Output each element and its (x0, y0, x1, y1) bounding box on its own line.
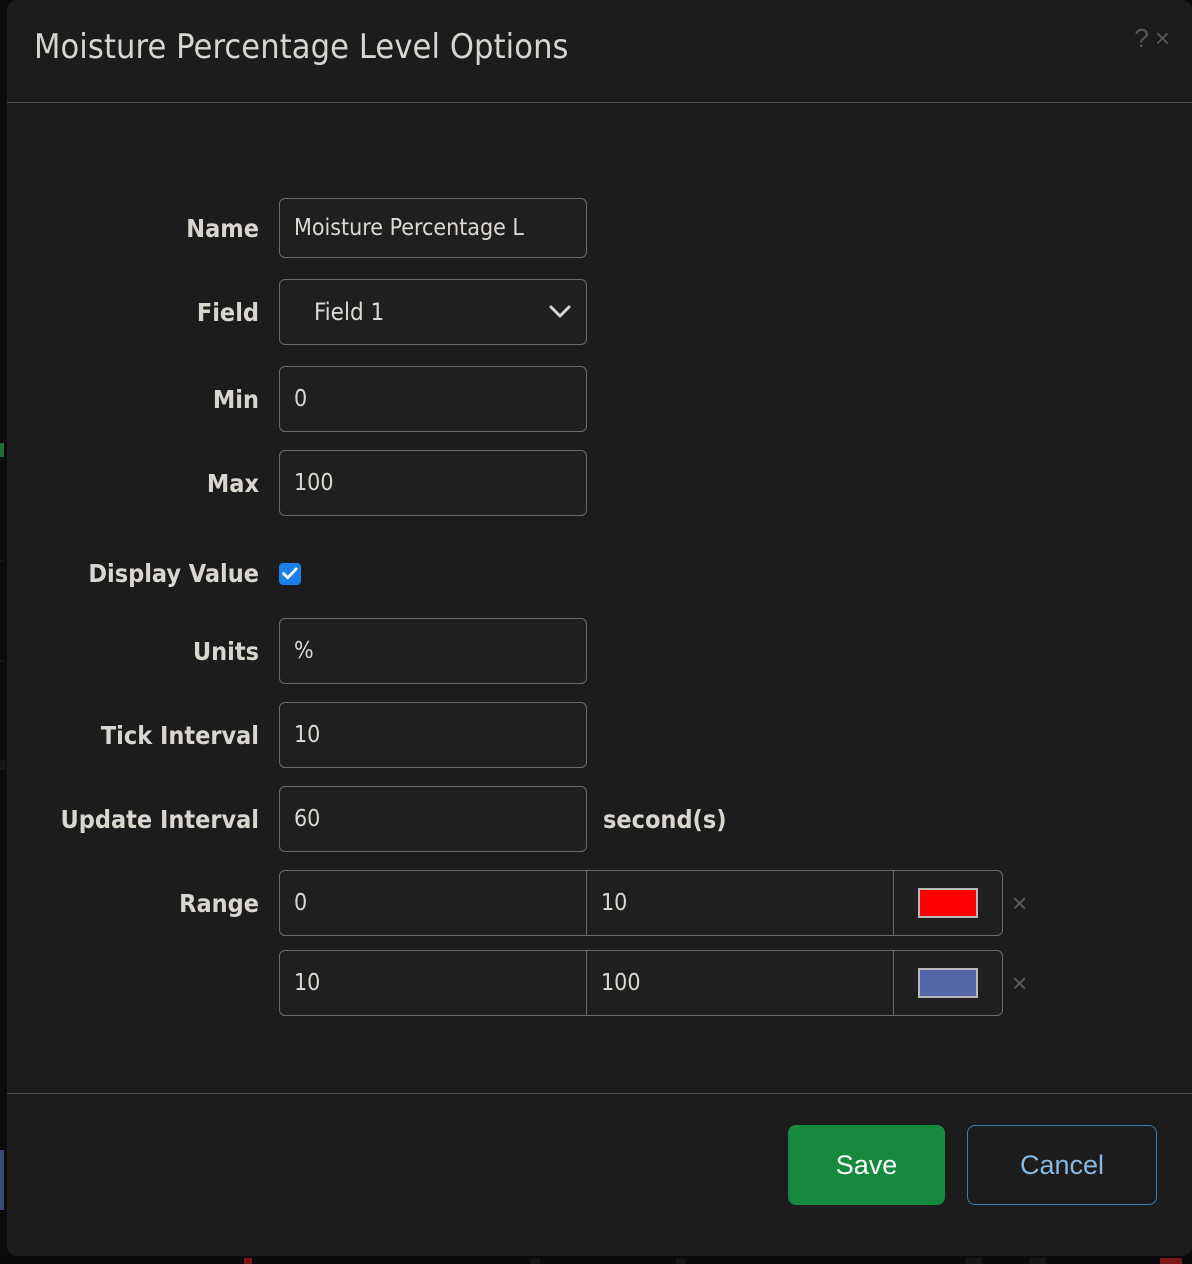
name-label: Name (186, 213, 259, 243)
range-from-input[interactable] (279, 870, 587, 936)
range-to-input[interactable] (586, 950, 894, 1016)
dialog-header: Moisture Percentage Level Options ? × (7, 0, 1192, 103)
display-value-label: Display Value (88, 559, 259, 588)
field-select[interactable]: Field 1 (279, 279, 587, 345)
range-to-input[interactable] (586, 870, 894, 936)
backdrop-accent (1030, 1258, 1046, 1264)
min-input[interactable] (279, 366, 587, 432)
save-button[interactable]: Save (788, 1125, 945, 1205)
backdrop-accent (530, 1259, 540, 1264)
field-select-wrap: Field 1 (279, 279, 587, 345)
backdrop-accent (0, 560, 5, 562)
dialog-header-actions: ? × (1134, 25, 1170, 51)
name-input[interactable] (279, 198, 587, 258)
row-field: Field Field 1 (7, 279, 587, 345)
backdrop-accent (0, 760, 6, 770)
dialog-footer-actions: Save Cancel (788, 1125, 1157, 1205)
backdrop-accent (0, 660, 5, 662)
row-display-value: Display Value (7, 559, 301, 588)
tick-interval-label: Tick Interval (100, 720, 259, 750)
help-icon[interactable]: ? (1134, 25, 1148, 51)
row-min: Min (7, 366, 587, 432)
range-color-picker[interactable] (893, 950, 1003, 1016)
backdrop-accent (676, 1259, 686, 1264)
options-dialog: Moisture Percentage Level Options ? × Na… (7, 0, 1192, 1256)
units-label: Units (192, 636, 259, 666)
display-value-checkbox[interactable] (279, 562, 301, 585)
cancel-button[interactable]: Cancel (967, 1125, 1157, 1205)
range-remove-button[interactable]: × (1012, 970, 1027, 996)
max-label: Max (206, 468, 259, 498)
units-input[interactable] (279, 618, 587, 684)
color-swatch (918, 968, 978, 998)
dialog-footer: Save Cancel (7, 1093, 1192, 1256)
max-input[interactable] (279, 450, 587, 516)
backdrop-accent (966, 1258, 982, 1264)
range-label: Range (179, 888, 259, 918)
close-icon[interactable]: × (1155, 25, 1170, 51)
row-units: Units (7, 618, 587, 684)
tick-interval-input[interactable] (279, 702, 587, 768)
dialog-title: Moisture Percentage Level Options (34, 27, 569, 67)
row-tick-interval: Tick Interval (7, 702, 587, 768)
update-interval-suffix: second(s) (603, 804, 727, 834)
dialog-body: Name Field Field 1 Min Max (7, 103, 1192, 1154)
row-max: Max (7, 450, 587, 516)
row-range: Range × (7, 870, 1027, 936)
range-color-picker[interactable] (893, 870, 1003, 936)
color-swatch (918, 888, 978, 918)
update-interval-input[interactable] (279, 786, 587, 852)
backdrop-accent (0, 1150, 4, 1210)
backdrop-accent (0, 443, 4, 457)
backdrop-accent (244, 1258, 252, 1264)
row-name: Name (7, 198, 587, 258)
range-remove-button[interactable]: × (1012, 890, 1027, 916)
min-label: Min (212, 384, 259, 414)
row-range: × (279, 950, 1027, 1016)
range-from-input[interactable] (279, 950, 587, 1016)
backdrop-accent (1160, 1258, 1182, 1264)
check-icon (282, 567, 298, 580)
field-label: Field (196, 297, 259, 327)
update-interval-label: Update Interval (60, 804, 260, 834)
row-update-interval: Update Interval second(s) (7, 786, 727, 852)
